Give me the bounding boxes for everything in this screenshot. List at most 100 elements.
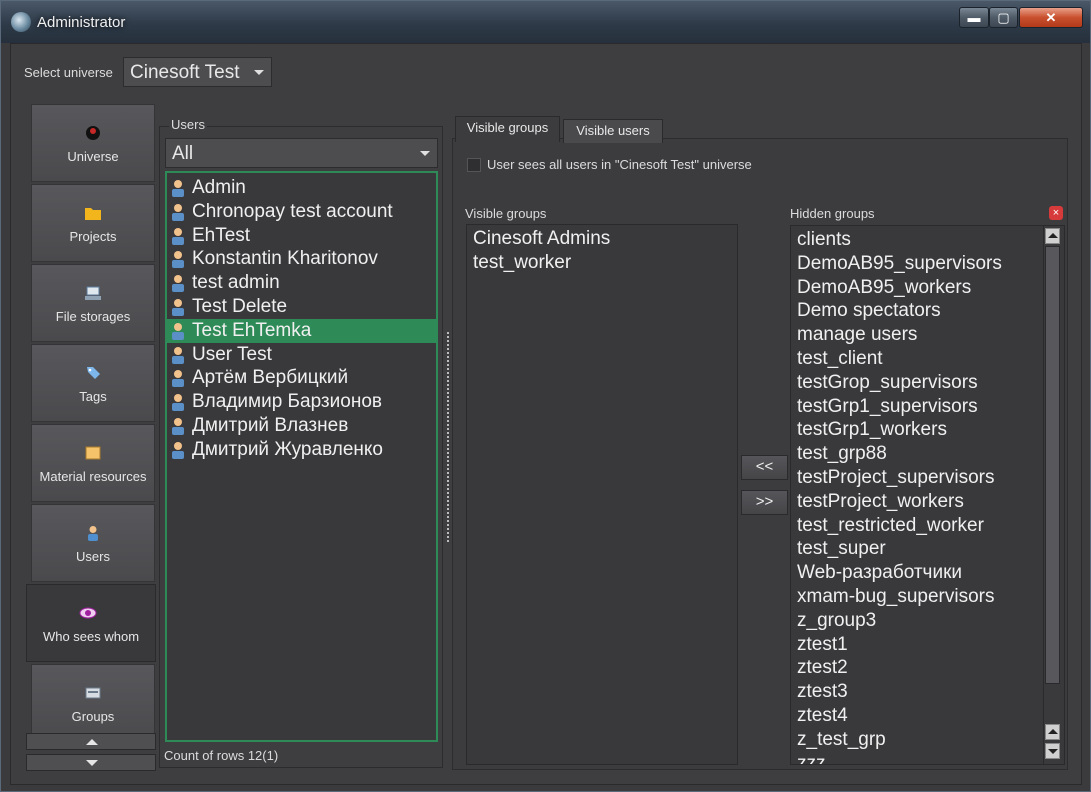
window-title: Administrator [37,14,126,31]
hidden-groups-list[interactable]: clients DemoAB95_supervisors DemoAB95_work… [790,225,1065,765]
nav-item-label: Groups [71,709,115,724]
hidden-group-row[interactable]: testProject_workers [797,490,1044,514]
user-row[interactable]: Test Delete [167,295,436,319]
visible-group-row[interactable]: Cinesoft Admins [473,227,737,251]
hidden-group-row[interactable]: test_grp88 [797,442,1044,466]
user-row[interactable]: Дмитрий Влазнев [167,414,436,438]
move-to-visible-button[interactable]: << [741,455,788,480]
hidden-group-row[interactable]: testGrp1_supervisors [797,395,1044,419]
user-icon [171,203,185,221]
hidden-group-row[interactable]: Web-разработчики [797,561,1044,585]
see-all-users-label: User sees all users in "Cinesoft Test" u… [487,157,752,172]
nav-item-label: Material resources [39,469,147,484]
users-list[interactable]: Admin Chronopay test account EhTest Konstan… [165,171,438,742]
user-icon [171,441,185,459]
nav-item-users[interactable]: Users [31,504,155,582]
scroll-down-button[interactable] [1045,743,1060,759]
user-name: Chronopay test account [192,200,393,222]
hidden-group-row[interactable]: clients [797,228,1044,252]
nav-item-projects[interactable]: Projects [31,184,155,262]
user-row[interactable]: Артём Вербицкий [167,366,436,390]
nav-item-file-storages[interactable]: File storages [31,264,155,342]
see-all-users-checkbox[interactable] [467,158,481,172]
hidden-group-row[interactable]: zzz [797,752,1044,764]
hidden-group-row[interactable]: testGrp1_workers [797,418,1044,442]
hidden-groups-title: Hidden groups [790,206,875,221]
scroll-up-button[interactable] [1045,228,1060,244]
user-row[interactable]: Дмитрий Журавленко [167,438,436,462]
administrator-window: Administrator ▬ ▢ ✕ Select universe Cine… [0,0,1091,792]
universe-select-value: Cinesoft Test [130,62,240,83]
user-row[interactable]: Admin [167,176,436,200]
clear-icon[interactable]: × [1049,206,1063,220]
user-name: User Test [192,343,272,365]
user-name: Test EhTemka [192,319,312,341]
storage-icon [84,285,102,301]
user-icon [171,369,185,388]
hidden-group-row[interactable]: DemoAB95_supervisors [797,252,1044,276]
user-row[interactable]: Владимир Барзионов [167,390,436,414]
panel-splitter[interactable] [447,332,449,542]
folder-icon [84,205,102,221]
hidden-group-row[interactable]: testGrop_supervisors [797,371,1044,395]
hidden-groups-scrollbar[interactable] [1043,226,1060,764]
app-icon [11,12,31,32]
tag-icon [84,365,102,381]
scroll-page-up-button[interactable] [1045,724,1060,740]
move-to-hidden-button[interactable]: >> [741,490,788,515]
hidden-group-row[interactable]: ztest1 [797,633,1044,657]
hidden-group-row[interactable]: xmam-bug_supervisors [797,585,1044,609]
tab-visible-users[interactable]: Visible users [563,119,663,143]
chevron-down-icon [420,151,430,156]
nav-scroll-down-button[interactable] [26,754,156,771]
hidden-group-row[interactable]: ztest2 [797,656,1044,680]
user-row[interactable]: Konstantin Kharitonov [167,247,436,271]
user-icon [171,346,185,364]
scrollbar-thumb[interactable] [1045,246,1060,684]
hidden-group-row[interactable]: manage users [797,323,1044,347]
user-icon [171,179,185,197]
tab-visible-groups[interactable]: Visible groups [455,116,560,142]
hidden-group-row[interactable]: test_super [797,537,1044,561]
eye-icon [79,605,97,621]
title-bar[interactable]: Administrator ▬ ▢ ✕ [1,1,1090,43]
user-row[interactable]: test admin [167,271,436,295]
hidden-group-row[interactable]: DemoAB95_workers [797,276,1044,300]
hidden-group-row[interactable]: test_restricted_worker [797,514,1044,538]
user-icon [171,274,185,293]
users-filter-select[interactable]: All [165,138,438,168]
user-icon [171,227,185,245]
nav-scroll-up-button[interactable] [26,733,156,750]
users-row-count: Count of rows 12(1) [164,748,279,763]
user-row[interactable]: Test EhTemka [167,318,436,343]
user-icon [171,417,185,435]
maximize-button[interactable]: ▢ [989,7,1018,28]
close-button[interactable]: ✕ [1019,7,1083,28]
hidden-group-row[interactable]: testProject_supervisors [797,466,1044,490]
box-icon [84,445,102,461]
user-icon [171,298,185,316]
user-name: EhTest [192,224,251,246]
nav-item-groups[interactable]: Groups [31,664,155,742]
nav-item-who-sees-whom[interactable]: Who sees whom [26,584,156,662]
minimize-button[interactable]: ▬ [959,7,989,28]
hidden-group-row[interactable]: z_group3 [797,609,1044,633]
hidden-group-row[interactable]: z_test_grp [797,728,1044,752]
hidden-group-row[interactable]: Demo spectators [797,299,1044,323]
arrow-down-icon [86,760,98,766]
nav-item-universe[interactable]: Universe [31,104,155,182]
nav-item-tags[interactable]: Tags [31,344,155,422]
universe-select[interactable]: Cinesoft Test [123,57,272,87]
user-row[interactable]: Chronopay test account [167,200,436,224]
user-name: Admin [192,177,246,198]
visible-groups-title: Visible groups [465,206,547,221]
user-row[interactable]: User Test [167,343,436,367]
hidden-group-row[interactable]: ztest4 [797,704,1044,728]
nav-item-material-resources[interactable]: Material resources [31,424,155,502]
hidden-group-row[interactable]: test_client [797,347,1044,371]
visible-groups-list[interactable]: Cinesoft Admins test_worker [466,224,738,765]
user-row[interactable]: EhTest [167,224,436,248]
visible-group-row[interactable]: test_worker [473,251,737,275]
hidden-group-row[interactable]: ztest3 [797,680,1044,704]
user-icon [84,525,102,541]
